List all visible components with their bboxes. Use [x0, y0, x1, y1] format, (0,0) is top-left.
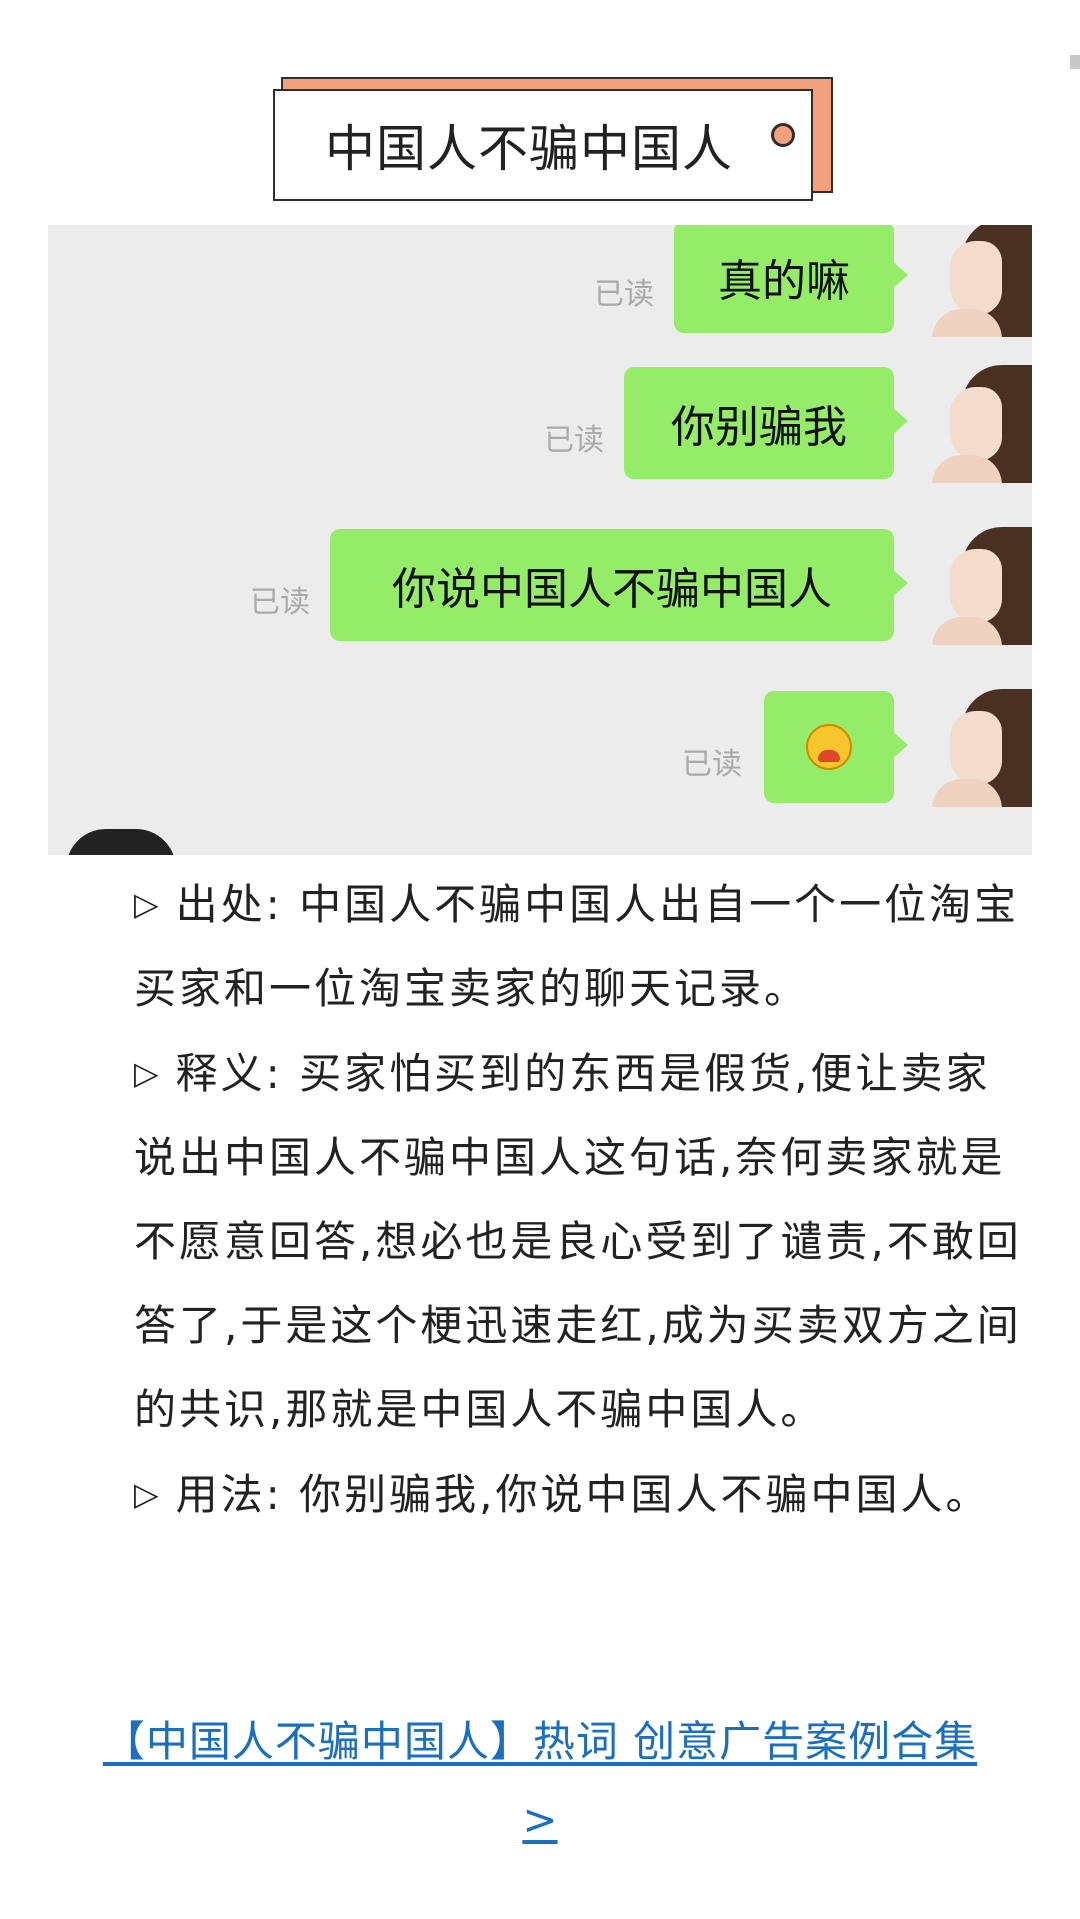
chat-bubble	[764, 691, 908, 803]
chat-bubble: 你说中国人不骗中国人	[330, 529, 908, 641]
meaning-label: 释义:	[175, 1049, 283, 1098]
chat-message: 已读 真的嘛	[48, 225, 1032, 337]
avatar	[932, 225, 1032, 337]
crying-duck-emoji-icon	[806, 724, 852, 770]
usage-text: 你别骗我,你说中国人不骗中国人。	[299, 1470, 991, 1519]
article-body: ▷ 出处: 中国人不骗中国人出自一个一位淘宝买家和一位淘宝卖家的聊天记录。 ▷ 释义…	[134, 862, 1034, 1537]
case-collection-link-arrow[interactable]: >	[0, 1795, 1080, 1844]
read-status: 已读	[594, 277, 654, 312]
chat-bubble: 真的嘛	[674, 225, 908, 333]
case-collection-link[interactable]: 【中国人不骗中国人】热词 创意广告案例合集	[30, 1708, 1050, 1769]
meaning-text: 买家怕买到的东西是假货,便让卖家说出中国人不骗中国人这句话,奈何卖家就是不愿意回…	[134, 1049, 1022, 1434]
triangle-bullet-icon: ▷	[134, 885, 162, 923]
chat-bubble: 你别骗我	[624, 367, 908, 479]
chat-screenshot: 已读 真的嘛 已读 你别骗我 已读 你说中国人不骗中国人 已读	[48, 225, 1032, 855]
meaning-paragraph: ▷ 释义: 买家怕买到的东西是假货,便让卖家说出中国人不骗中国人这句话,奈何卖家就…	[134, 1031, 1034, 1452]
read-status: 已读	[682, 747, 742, 782]
avatar	[932, 527, 1032, 645]
triangle-bullet-icon: ▷	[134, 1054, 162, 1092]
chat-message: 已读 你说中国人不骗中国人	[48, 527, 1032, 645]
avatar	[932, 365, 1032, 483]
page-title: 中国人不骗中国人	[325, 120, 733, 178]
read-status: 已读	[544, 423, 604, 458]
origin-paragraph: ▷ 出处: 中国人不骗中国人出自一个一位淘宝买家和一位淘宝卖家的聊天记录。	[134, 862, 1034, 1031]
origin-label: 出处:	[175, 880, 283, 929]
title-card: 中国人不骗中国人	[273, 77, 833, 209]
corner-mark	[1070, 55, 1080, 69]
title-box: 中国人不骗中国人	[273, 89, 813, 201]
partial-avatar	[66, 829, 176, 855]
triangle-bullet-icon: ▷	[134, 1475, 162, 1513]
usage-paragraph: ▷ 用法: 你别骗我,你说中国人不骗中国人。	[134, 1452, 1034, 1537]
dot-icon	[771, 123, 795, 147]
chat-message: 已读 你别骗我	[48, 365, 1032, 483]
chat-message: 已读	[48, 689, 1032, 807]
avatar	[932, 689, 1032, 807]
read-status: 已读	[250, 585, 310, 620]
usage-label: 用法:	[175, 1470, 283, 1519]
